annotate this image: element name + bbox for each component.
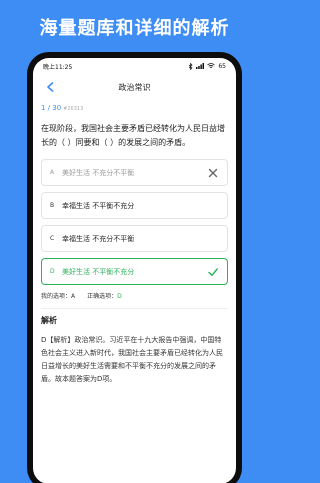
option-d[interactable]: D 美好生活 不平衡不充分: [41, 258, 228, 285]
option-label: 幸福生活 不平衡不充分: [62, 201, 135, 210]
bluetooth-icon: [189, 62, 193, 70]
correct-answer-value: D: [117, 293, 122, 300]
chevron-left-icon[interactable]: [43, 80, 57, 94]
question-progress: 1 / 30 #26313: [41, 104, 228, 112]
answer-summary: 我的选项：A 正确选项：D: [41, 291, 228, 300]
option-a[interactable]: A 美好生活 不充分不平衡: [41, 159, 228, 186]
check-icon: [208, 268, 218, 277]
status-bar: 晚上11:25 65: [33, 58, 236, 74]
option-c[interactable]: C 幸福生活 不充分不平衡: [41, 225, 228, 252]
signal-icon: [196, 63, 205, 69]
question-id: #26313: [63, 106, 84, 112]
close-icon: [208, 168, 218, 178]
divider: [41, 308, 228, 309]
option-letter: A: [50, 169, 55, 176]
option-letter: C: [50, 235, 55, 242]
my-answer: 我的选项：A: [41, 291, 75, 300]
my-answer-label: 我的选项：: [41, 293, 72, 300]
wifi-icon: [207, 63, 216, 68]
my-answer-value: A: [71, 293, 76, 300]
status-time: 晚上11:25: [43, 63, 73, 71]
page-title: 政治常识: [118, 82, 151, 92]
explanation-heading: 解析: [41, 316, 57, 325]
explanation-text: D【解析】政治常识。习近平在十九大报告中强调，中国特色社会主义进入新时代，我国社…: [41, 336, 223, 383]
correct-answer-label: 正确选项：: [87, 293, 118, 300]
option-label: 幸福生活 不充分不平衡: [62, 234, 135, 243]
phone-frame: 晚上11:25 65 政治常识 1 / 30 #26313 在现阶段，我国社会主要…: [27, 52, 242, 483]
option-b[interactable]: B 幸福生活 不平衡不充分: [41, 192, 228, 219]
correct-answer: 正确选项：D: [87, 291, 122, 300]
option-letter: B: [50, 202, 55, 209]
option-letter: D: [50, 268, 55, 275]
promo-title: 海量题库和详细的解析: [39, 18, 230, 39]
nav-bar: 政治常识: [33, 74, 236, 100]
phone-screen: 晚上11:25 65 政治常识 1 / 30 #26313 在现阶段，我国社会主要…: [33, 58, 236, 483]
progress-counter: 1 / 30: [41, 104, 62, 112]
battery-level: 65: [218, 62, 226, 70]
question-text: 在现阶段，我国社会主要矛盾已经转化为人民日益增长的（ ）同要和（ ）的发展之间的…: [41, 124, 225, 147]
question-content: 1 / 30 #26313 在现阶段，我国社会主要矛盾已经转化为人民日益增长的（ …: [33, 104, 236, 386]
option-label: 美好生活 不平衡不充分: [62, 267, 135, 276]
option-label: 美好生活 不充分不平衡: [62, 168, 135, 177]
status-icons: 65: [188, 62, 226, 70]
option-list: A 美好生活 不充分不平衡 B 幸福生活 不平衡不充分 C 幸福生活 不充分不平…: [41, 159, 228, 285]
